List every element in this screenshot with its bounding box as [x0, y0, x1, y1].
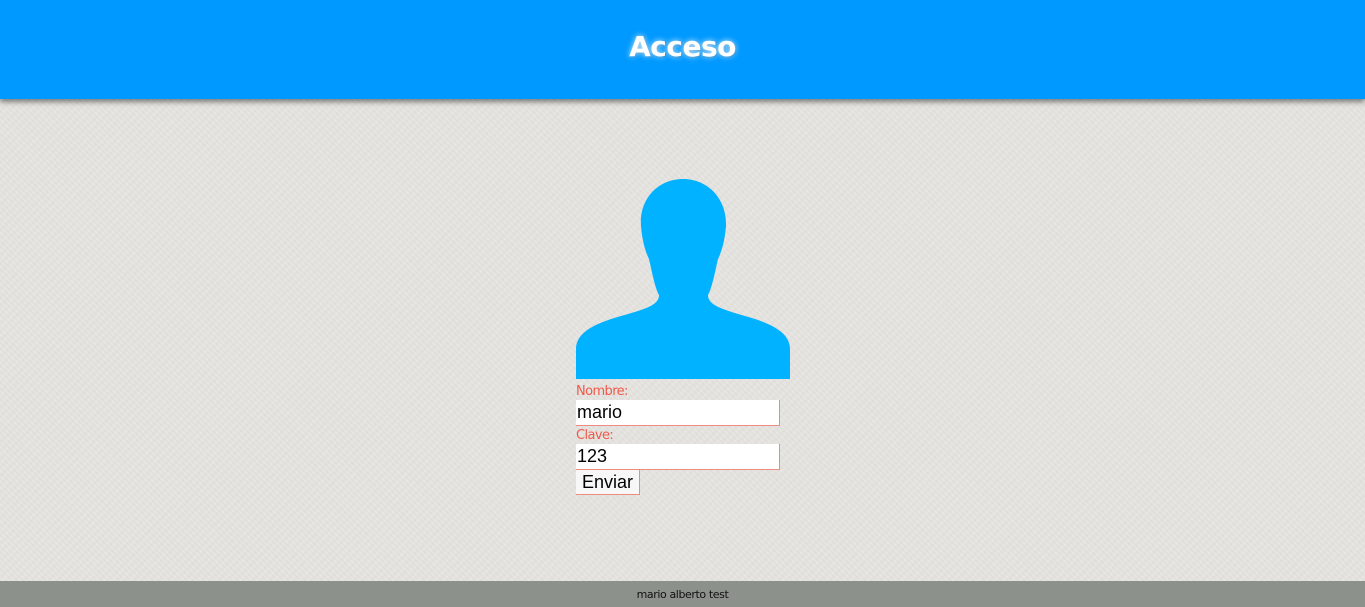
password-input[interactable] [576, 444, 780, 470]
footer-text: mario alberto test [636, 588, 729, 601]
name-input[interactable] [576, 400, 780, 426]
name-label: Nombre: [576, 384, 628, 399]
page-title: Acceso [629, 30, 736, 63]
footer-bar: mario alberto test [0, 581, 1365, 607]
submit-button[interactable]: Enviar [576, 470, 641, 495]
password-label: Clave: [576, 428, 614, 443]
header-bar: Acceso [0, 0, 1365, 99]
user-silhouette-icon [576, 179, 790, 379]
login-form: Nombre: Clave: Enviar [576, 384, 796, 495]
